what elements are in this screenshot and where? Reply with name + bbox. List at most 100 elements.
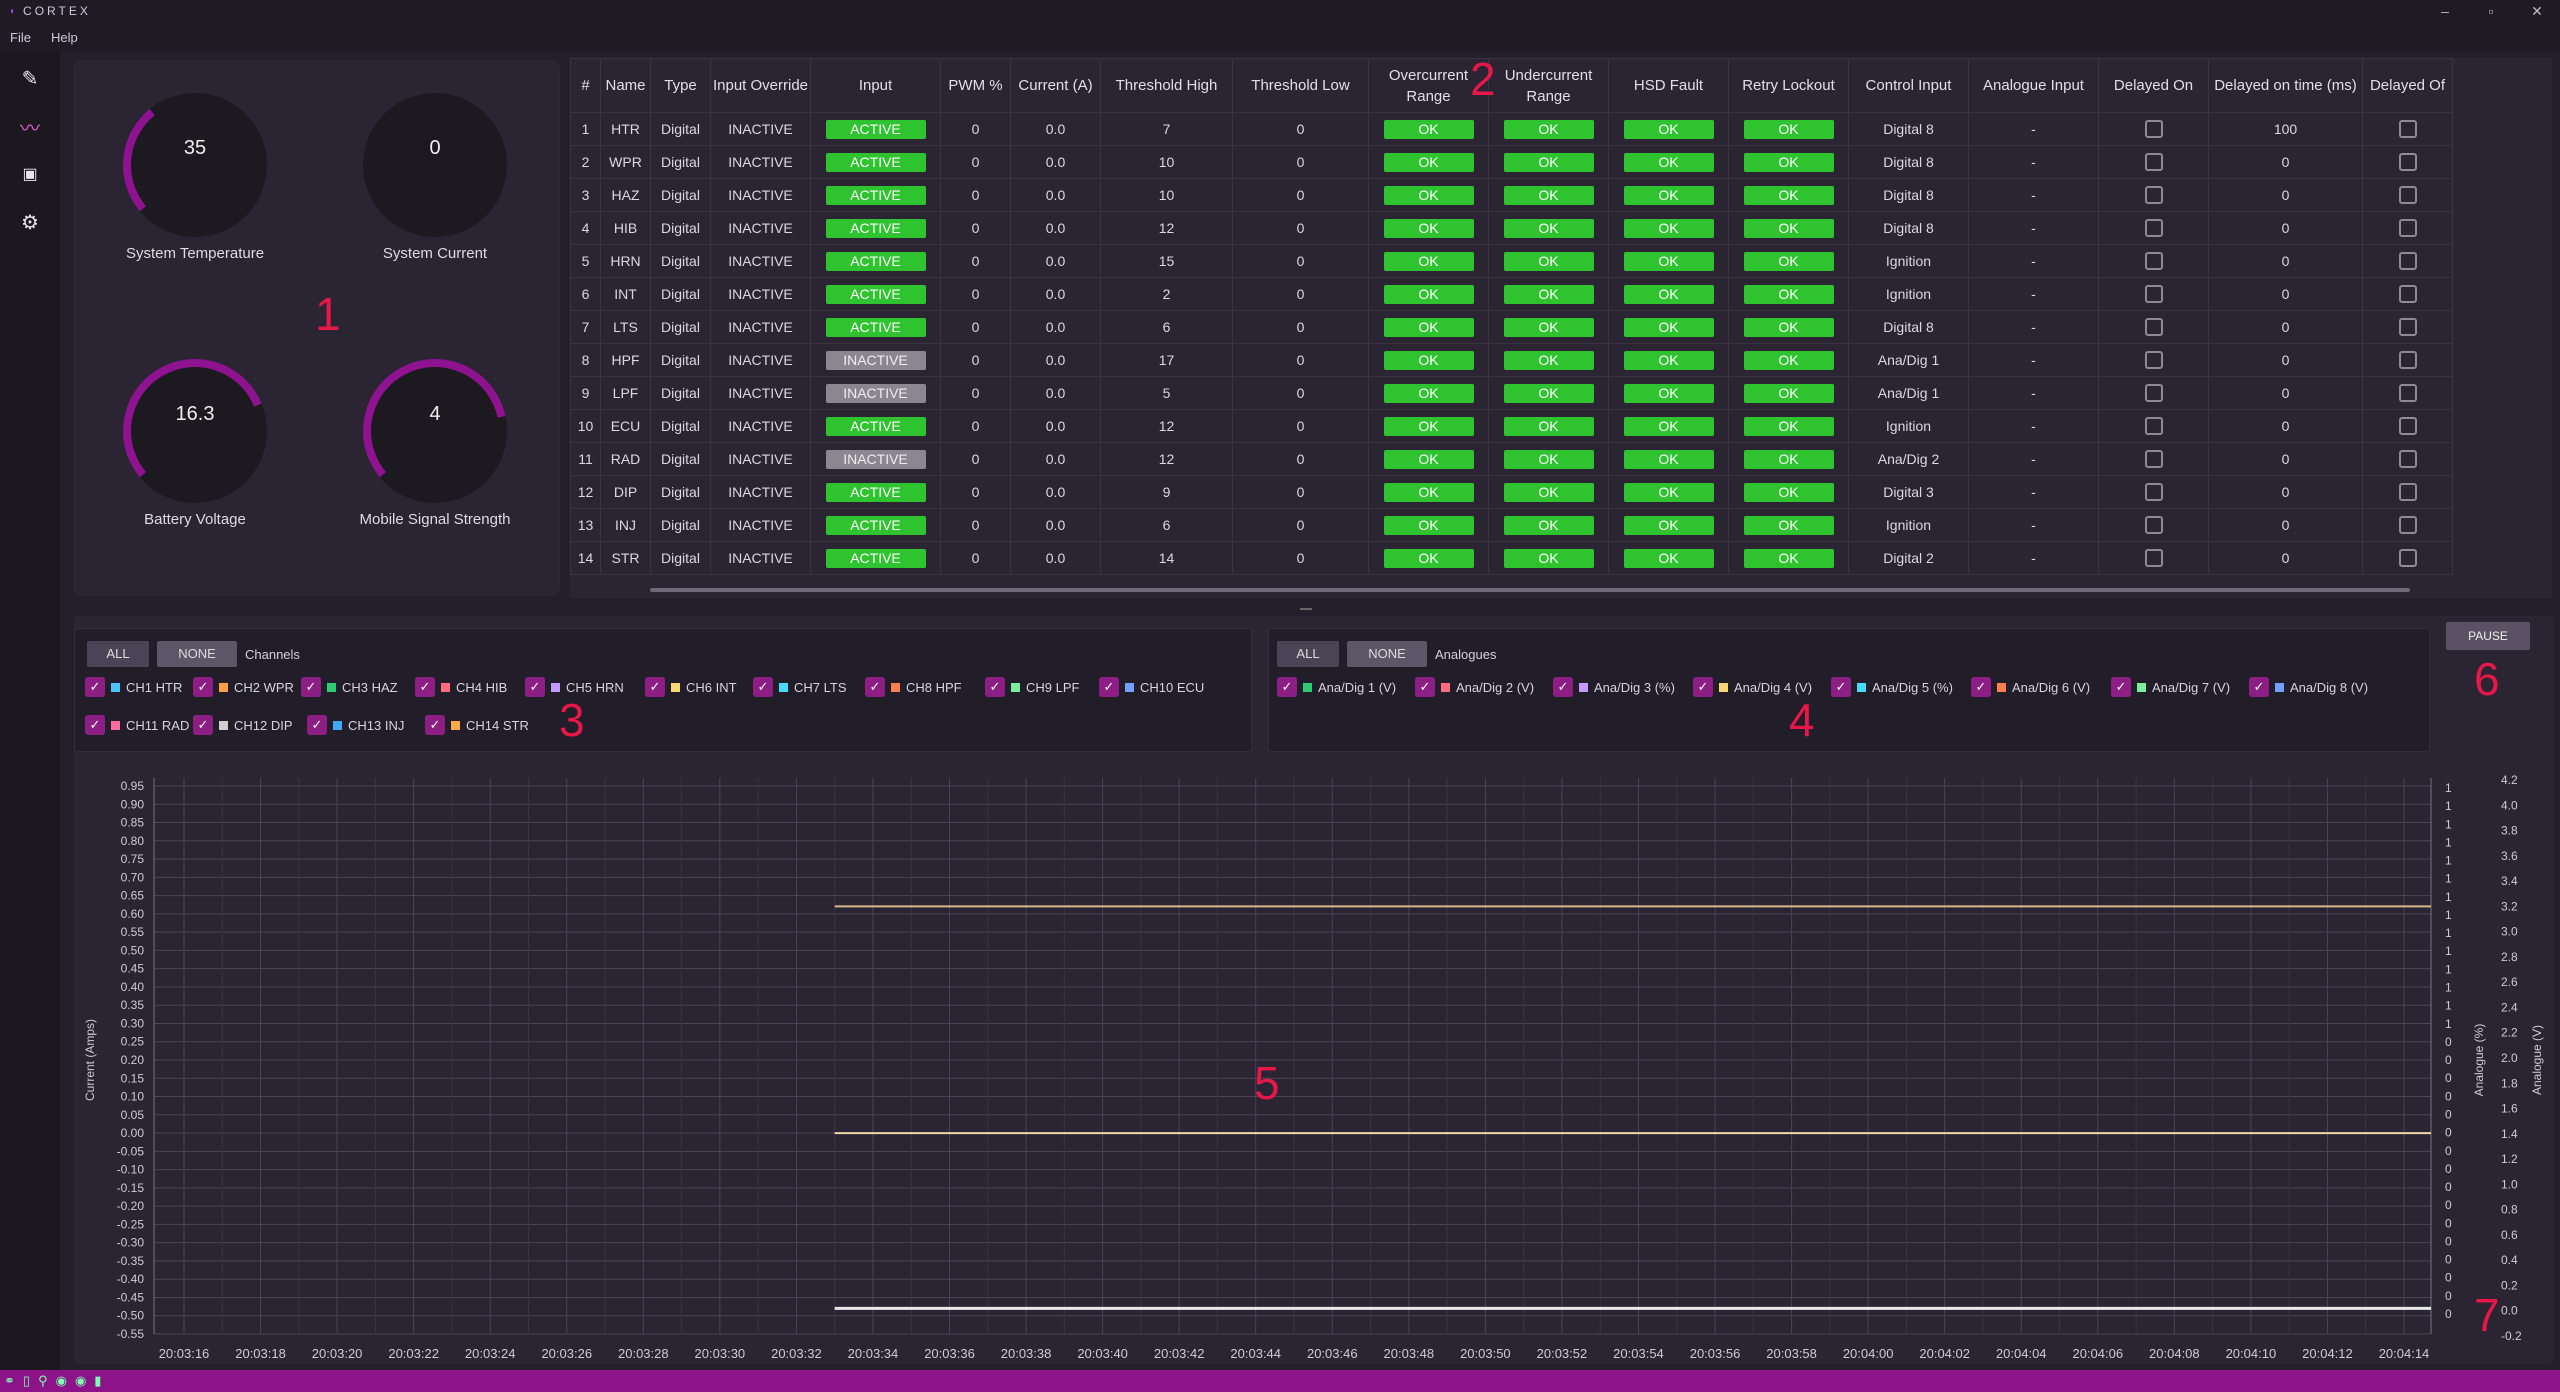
column-header[interactable]: Threshold Low [1232, 58, 1369, 113]
maximize-icon[interactable]: ▫ [2468, 0, 2514, 22]
column-header[interactable]: Current (A) [1010, 58, 1101, 113]
table-cell[interactable] [2098, 277, 2209, 311]
delayed-checkbox[interactable] [2398, 120, 2417, 139]
delayed-checkbox[interactable] [2398, 450, 2417, 469]
column-header[interactable]: Input [810, 58, 941, 113]
delayed-checkbox[interactable] [2144, 318, 2163, 337]
panel-splitter[interactable] [60, 602, 2560, 616]
table-cell[interactable] [2362, 343, 2453, 377]
table-cell[interactable] [2098, 409, 2209, 443]
table-cell[interactable] [2362, 475, 2453, 509]
table-horizontal-scrollbar[interactable] [650, 588, 2410, 592]
delayed-checkbox[interactable] [2398, 384, 2417, 403]
table-cell[interactable] [2362, 277, 2453, 311]
delayed-checkbox[interactable] [2398, 318, 2417, 337]
table-cell[interactable] [2362, 178, 2453, 212]
table-row[interactable]: 6 INT Digital INACTIVE ACTIVE 0 0.0 2 0 OK OK OK OK I… [570, 277, 2453, 311]
close-icon[interactable]: ✕ [2514, 0, 2560, 22]
delayed-checkbox[interactable] [2144, 549, 2163, 568]
table-cell[interactable] [2098, 442, 2209, 476]
table-cell[interactable] [2098, 376, 2209, 410]
column-header[interactable]: Delayed On [2098, 58, 2209, 113]
table-cell[interactable] [2362, 244, 2453, 278]
delayed-checkbox[interactable] [2398, 549, 2417, 568]
minimize-icon[interactable]: – [2422, 0, 2468, 22]
sidebar-pulse-icon[interactable]: 〰 [14, 110, 46, 142]
table-cell[interactable] [2098, 343, 2209, 377]
table-cell[interactable] [2362, 376, 2453, 410]
table-cell[interactable] [2098, 541, 2209, 575]
table-cell[interactable] [2362, 541, 2453, 575]
delayed-checkbox[interactable] [2398, 285, 2417, 304]
delayed-checkbox[interactable] [2398, 516, 2417, 535]
table-cell[interactable] [2098, 244, 2209, 278]
table-cell[interactable] [2098, 211, 2209, 245]
table-row[interactable]: 13 INJ Digital INACTIVE ACTIVE 0 0.0 6 0 OK OK OK OK… [570, 508, 2453, 542]
table-row[interactable]: 9 LPF Digital INACTIVE INACTIVE 0 0.0 5 0 OK OK OK O… [570, 376, 2453, 410]
table-cell[interactable] [2362, 409, 2453, 443]
delayed-checkbox[interactable] [2144, 351, 2163, 370]
table-cell[interactable] [2362, 508, 2453, 542]
delayed-checkbox[interactable] [2398, 186, 2417, 205]
table-cell[interactable] [2098, 310, 2209, 344]
table-cell[interactable] [2098, 508, 2209, 542]
table-row[interactable]: 7 LTS Digital INACTIVE ACTIVE 0 0.0 6 0 OK OK OK OK D… [570, 310, 2453, 344]
column-header[interactable]: Input Override [710, 58, 811, 113]
sidebar-document-icon[interactable]: ▣ [14, 158, 46, 190]
column-header[interactable]: Type [650, 58, 711, 113]
sidebar-plug-icon[interactable]: ✎ [14, 62, 46, 94]
delayed-checkbox[interactable] [2144, 120, 2163, 139]
table-cell[interactable] [2098, 145, 2209, 179]
delayed-checkbox[interactable] [2398, 252, 2417, 271]
delayed-checkbox[interactable] [2144, 153, 2163, 172]
menu-file[interactable]: File [0, 30, 41, 45]
column-header[interactable]: Retry Lockout [1728, 58, 1849, 113]
column-header[interactable]: Delayed on time (ms) [2208, 58, 2363, 113]
table-row[interactable]: 14 STR Digital INACTIVE ACTIVE 0 0.0 14 0 OK OK OK O… [570, 541, 2453, 575]
column-header[interactable]: Analogue Input [1968, 58, 2099, 113]
column-header[interactable]: PWM % [940, 58, 1011, 113]
sidebar-gear-icon[interactable]: ⚙ [14, 206, 46, 238]
column-header[interactable]: Control Input [1848, 58, 1969, 113]
column-header[interactable]: Delayed Of [2362, 58, 2453, 113]
table-cell[interactable] [2362, 442, 2453, 476]
delayed-checkbox[interactable] [2144, 450, 2163, 469]
delayed-checkbox[interactable] [2144, 252, 2163, 271]
delayed-checkbox[interactable] [2398, 153, 2417, 172]
table-row[interactable]: 10 ECU Digital INACTIVE ACTIVE 0 0.0 12 0 OK OK OK O… [570, 409, 2453, 443]
splitter-handle-icon[interactable] [1300, 608, 1312, 610]
table-row[interactable]: 8 HPF Digital INACTIVE INACTIVE 0 0.0 17 0 OK OK OK… [570, 343, 2453, 377]
current-chart[interactable]: 0.950.900.850.800.750.700.650.600.550.50… [74, 616, 2554, 1364]
delayed-checkbox[interactable] [2144, 285, 2163, 304]
table-row[interactable]: 11 RAD Digital INACTIVE INACTIVE 0 0.0 12 0 OK OK O… [570, 442, 2453, 476]
table-cell[interactable] [2362, 145, 2453, 179]
table-cell[interactable] [2098, 475, 2209, 509]
column-header[interactable]: Name [600, 58, 651, 113]
delayed-checkbox[interactable] [2144, 516, 2163, 535]
table-row[interactable]: 2 WPR Digital INACTIVE ACTIVE 0 0.0 10 0 OK OK OK OK… [570, 145, 2453, 179]
table-cell[interactable] [2362, 211, 2453, 245]
menu-help[interactable]: Help [41, 30, 88, 45]
column-header[interactable]: Undercurrent Range [1488, 58, 1609, 113]
table-cell[interactable] [2362, 310, 2453, 344]
table-cell[interactable] [2362, 112, 2453, 146]
table-row[interactable]: 1 HTR Digital INACTIVE ACTIVE 0 0.0 7 0 OK OK OK OK D… [570, 112, 2453, 146]
delayed-checkbox[interactable] [2398, 219, 2417, 238]
column-header[interactable]: # [570, 58, 601, 113]
table-cell[interactable] [2098, 178, 2209, 212]
table-row[interactable]: 5 HRN Digital INACTIVE ACTIVE 0 0.0 15 0 OK OK OK OK… [570, 244, 2453, 278]
table-cell[interactable] [2098, 112, 2209, 146]
column-header[interactable]: Threshold High [1100, 58, 1233, 113]
delayed-checkbox[interactable] [2144, 483, 2163, 502]
table-row[interactable]: 12 DIP Digital INACTIVE ACTIVE 0 0.0 9 0 OK OK OK OK… [570, 475, 2453, 509]
delayed-checkbox[interactable] [2398, 351, 2417, 370]
delayed-checkbox[interactable] [2398, 483, 2417, 502]
table-row[interactable]: 4 HIB Digital INACTIVE ACTIVE 0 0.0 12 0 OK OK OK OK… [570, 211, 2453, 245]
delayed-checkbox[interactable] [2144, 384, 2163, 403]
delayed-checkbox[interactable] [2144, 186, 2163, 205]
column-header[interactable]: HSD Fault [1608, 58, 1729, 113]
table-row[interactable]: 3 HAZ Digital INACTIVE ACTIVE 0 0.0 10 0 OK OK OK OK… [570, 178, 2453, 212]
delayed-checkbox[interactable] [2398, 417, 2417, 436]
delayed-checkbox[interactable] [2144, 417, 2163, 436]
delayed-checkbox[interactable] [2144, 219, 2163, 238]
